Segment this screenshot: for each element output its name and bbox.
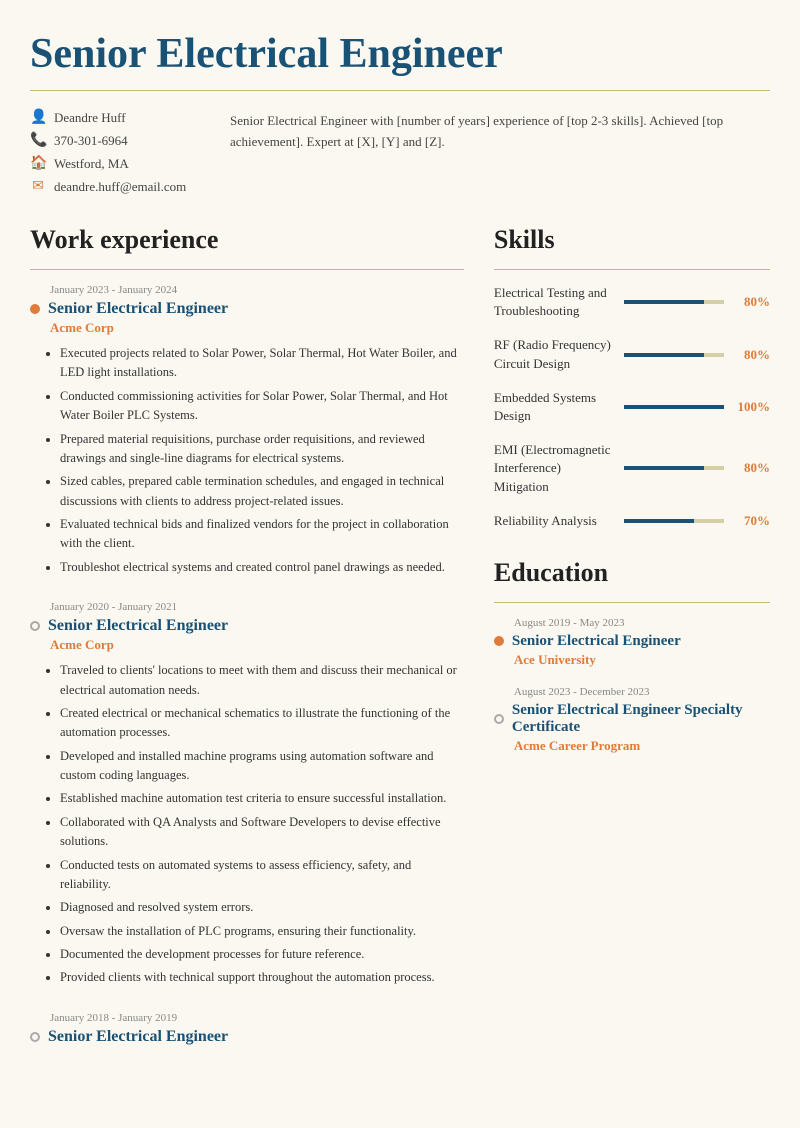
skill-row-3: Embedded Systems Design 100%	[494, 389, 770, 425]
contact-name: 👤 Deandre Huff	[30, 109, 190, 126]
list-item: Established machine automation test crit…	[60, 789, 464, 808]
list-item: Executed projects related to Solar Power…	[60, 344, 464, 383]
contact-phone: 📞 370-301-6964	[30, 132, 190, 149]
skill-item-3: Embedded Systems Design 100%	[494, 389, 770, 425]
work-divider	[30, 269, 464, 270]
job-entry-3: January 2018 - January 2019 Senior Elect…	[30, 1012, 464, 1046]
skill-name-2: RF (Radio Frequency) Circuit Design	[494, 336, 614, 372]
edu-bullet-2	[494, 714, 504, 724]
skill-fill-1	[624, 300, 704, 304]
job-entry-1: January 2023 - January 2024 Senior Elect…	[30, 284, 464, 577]
list-item: Developed and installed machine programs…	[60, 747, 464, 786]
contact-location: 🏠 Westford, MA	[30, 155, 190, 172]
skill-bar-1	[624, 300, 724, 304]
list-item: Conducted commissioning activities for S…	[60, 387, 464, 426]
skill-item-2: RF (Radio Frequency) Circuit Design 80%	[494, 336, 770, 372]
skill-fill-5	[624, 519, 694, 523]
main-content: Work experience January 2023 - January 2…	[30, 225, 770, 1070]
page-title: Senior Electrical Engineer	[30, 30, 770, 78]
job-date-3: January 2018 - January 2019	[50, 1012, 464, 1024]
phone-icon: 📞	[30, 132, 46, 149]
email-icon: ✉	[30, 178, 46, 195]
skill-row-2: RF (Radio Frequency) Circuit Design 80%	[494, 336, 770, 372]
skill-bar-4	[624, 466, 724, 470]
edu-entry-2: August 2023 - December 2023 Senior Elect…	[494, 686, 770, 754]
list-item: Diagnosed and resolved system errors.	[60, 898, 464, 917]
skill-percent-2: 80%	[734, 347, 770, 363]
edu-title-row-1: Senior Electrical Engineer	[494, 633, 770, 650]
bullet-outline-2	[30, 621, 40, 631]
skill-percent-5: 70%	[734, 513, 770, 529]
skill-row-1: Electrical Testing and Troubleshooting 8…	[494, 284, 770, 320]
skills-title: Skills	[494, 225, 770, 255]
right-column: Skills Electrical Testing and Troublesho…	[494, 225, 770, 1070]
skill-percent-3: 100%	[734, 399, 770, 415]
list-item: Sized cables, prepared cable termination…	[60, 472, 464, 511]
contact-email: ✉ deandre.huff@email.com	[30, 178, 190, 195]
bullet-filled-1	[30, 304, 40, 314]
job-company-2: Acme Corp	[50, 637, 464, 653]
contact-info: 👤 Deandre Huff 📞 370-301-6964 🏠 Westford…	[30, 109, 190, 195]
edu-title-1: Senior Electrical Engineer	[512, 633, 681, 650]
summary-text: Senior Electrical Engineer with [number …	[230, 109, 770, 153]
list-item: Evaluated technical bids and finalized v…	[60, 515, 464, 554]
list-item: Collaborated with QA Analysts and Softwa…	[60, 813, 464, 852]
list-item: Oversaw the installation of PLC programs…	[60, 922, 464, 941]
skill-bar-2	[624, 353, 724, 357]
header-divider	[30, 90, 770, 91]
skill-bar-5	[624, 519, 724, 523]
list-item: Troubleshot electrical systems and creat…	[60, 558, 464, 577]
skill-item-4: EMI (Electromagnetic Interference) Mitig…	[494, 441, 770, 496]
job-title-row-2: Senior Electrical Engineer	[30, 617, 464, 635]
job-date-1: January 2023 - January 2024	[50, 284, 464, 296]
list-item: Created electrical or mechanical schemat…	[60, 704, 464, 743]
bullet-outline-3	[30, 1032, 40, 1042]
skill-percent-1: 80%	[734, 294, 770, 310]
skill-percent-4: 80%	[734, 460, 770, 476]
edu-date-1: August 2019 - May 2023	[514, 617, 770, 629]
location-icon: 🏠	[30, 155, 46, 172]
skill-name-4: EMI (Electromagnetic Interference) Mitig…	[494, 441, 614, 496]
work-experience-title: Work experience	[30, 225, 464, 255]
job-title-row-3: Senior Electrical Engineer	[30, 1028, 464, 1046]
skill-name-3: Embedded Systems Design	[494, 389, 614, 425]
skill-fill-4	[624, 466, 704, 470]
edu-title-2: Senior Electrical Engineer Specialty Cer…	[512, 702, 770, 736]
job-title-3: Senior Electrical Engineer	[48, 1028, 228, 1046]
edu-title-row-2: Senior Electrical Engineer Specialty Cer…	[494, 702, 770, 736]
list-item: Provided clients with technical support …	[60, 968, 464, 987]
list-item: Documented the development processes for…	[60, 945, 464, 964]
education-divider	[494, 602, 770, 603]
edu-entry-1: August 2019 - May 2023 Senior Electrical…	[494, 617, 770, 668]
job-company-1: Acme Corp	[50, 320, 464, 336]
education-title: Education	[494, 558, 770, 588]
skill-fill-3	[624, 405, 724, 409]
job-title-2: Senior Electrical Engineer	[48, 617, 228, 635]
list-item: Traveled to clients' locations to meet w…	[60, 661, 464, 700]
list-item: Conducted tests on automated systems to …	[60, 856, 464, 895]
work-experience-section: Work experience January 2023 - January 2…	[30, 225, 464, 1070]
job-title-row-1: Senior Electrical Engineer	[30, 300, 464, 318]
list-item: Prepared material requisitions, purchase…	[60, 430, 464, 469]
edu-bullet-1	[494, 636, 504, 646]
skill-row-5: Reliability Analysis 70%	[494, 512, 770, 530]
skill-fill-2	[624, 353, 704, 357]
skill-item-5: Reliability Analysis 70%	[494, 512, 770, 530]
job-title-1: Senior Electrical Engineer	[48, 300, 228, 318]
edu-school-1: Ace University	[514, 652, 770, 668]
job-entry-2: January 2020 - January 2021 Senior Elect…	[30, 601, 464, 988]
skill-bar-3	[624, 405, 724, 409]
contact-section: 👤 Deandre Huff 📞 370-301-6964 🏠 Westford…	[30, 109, 770, 195]
skill-name-5: Reliability Analysis	[494, 512, 614, 530]
skill-name-1: Electrical Testing and Troubleshooting	[494, 284, 614, 320]
person-icon: 👤	[30, 109, 46, 126]
skills-divider	[494, 269, 770, 270]
edu-date-2: August 2023 - December 2023	[514, 686, 770, 698]
skill-item-1: Electrical Testing and Troubleshooting 8…	[494, 284, 770, 320]
job-date-2: January 2020 - January 2021	[50, 601, 464, 613]
job-bullets-1: Executed projects related to Solar Power…	[60, 344, 464, 577]
edu-school-2: Acme Career Program	[514, 738, 770, 754]
job-bullets-2: Traveled to clients' locations to meet w…	[60, 661, 464, 988]
skill-row-4: EMI (Electromagnetic Interference) Mitig…	[494, 441, 770, 496]
